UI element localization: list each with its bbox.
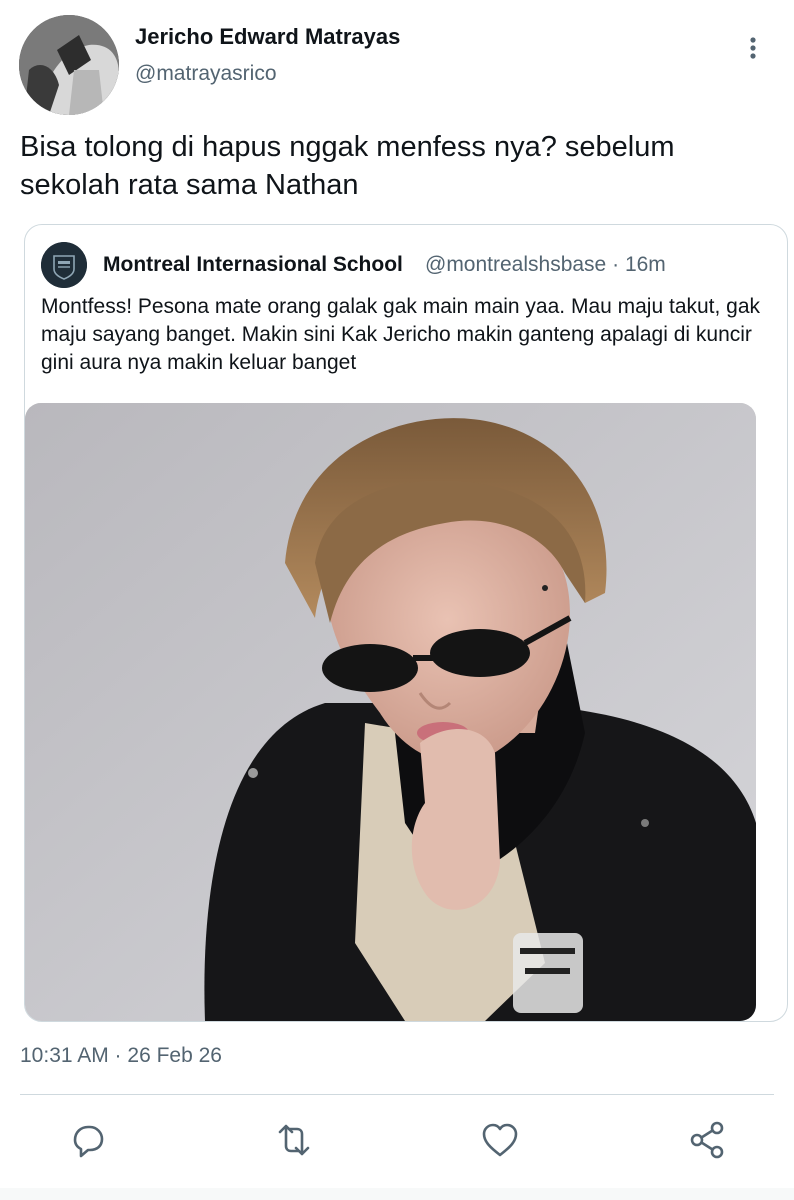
- quoted-tweet-card[interactable]: Montreal Internasional School @montreals…: [24, 224, 788, 1022]
- quoted-author-handle[interactable]: @montrealshsbase: [425, 253, 606, 276]
- quoted-avatar[interactable]: [41, 242, 87, 288]
- quoted-tweet-photo[interactable]: [25, 403, 756, 1021]
- tweet-timestamp[interactable]: 10:31 AM · 26 Feb 26: [20, 1044, 222, 1068]
- quoted-meta: @montrealshsbase · 16m: [425, 253, 666, 277]
- action-bar: [0, 1118, 794, 1166]
- divider: [20, 1094, 774, 1095]
- tweet-text: Bisa tolong di hapus nggak menfess nya? …: [20, 131, 675, 201]
- author-avatar-image: [19, 15, 119, 115]
- reply-icon[interactable]: [66, 1118, 110, 1162]
- school-logo-icon: [41, 242, 87, 288]
- author-handle[interactable]: @matrayasrico: [135, 62, 277, 86]
- heart-icon[interactable]: [478, 1118, 522, 1162]
- quoted-separator: ·: [612, 253, 620, 276]
- author-avatar[interactable]: [19, 15, 119, 115]
- retweet-icon[interactable]: [272, 1118, 316, 1162]
- author-name[interactable]: Jericho Edward Matrayas: [135, 24, 400, 50]
- share-icon[interactable]: [686, 1118, 730, 1162]
- quoted-tweet-text: Montfess! Pesona mate orang galak gak ma…: [41, 295, 761, 374]
- bottom-edge: [0, 1188, 794, 1200]
- quoted-time[interactable]: 16m: [625, 253, 666, 276]
- photo-image: [25, 403, 756, 1021]
- quoted-author-name[interactable]: Montreal Internasional School: [103, 253, 403, 277]
- more-vertical-icon[interactable]: [740, 32, 766, 64]
